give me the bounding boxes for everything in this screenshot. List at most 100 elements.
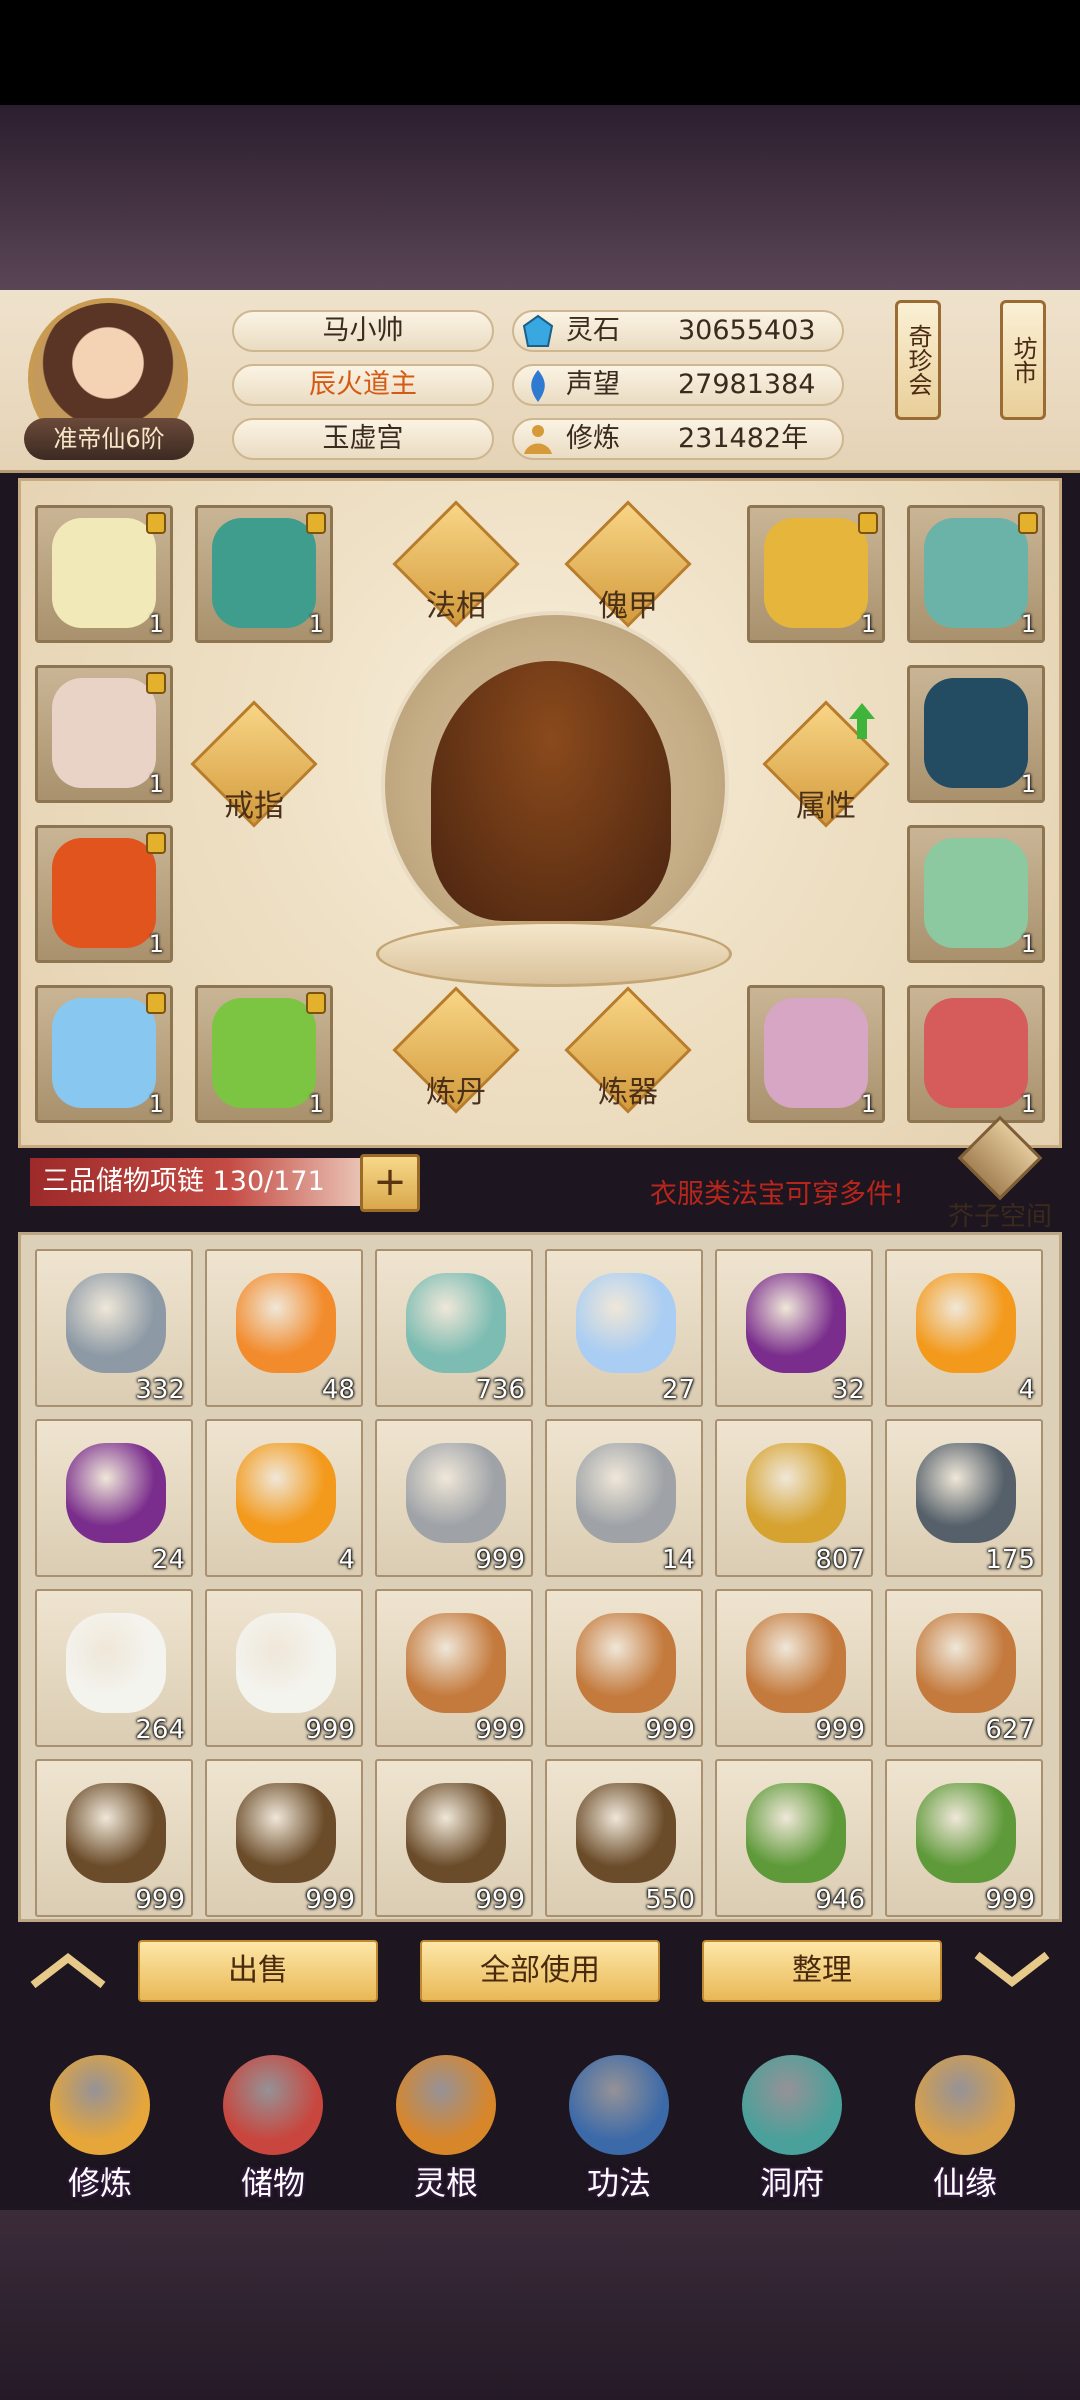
item-count: 999 [985,1885,1035,1915]
inventory-item[interactable]: 736 [375,1249,533,1407]
liandan-label[interactable]: 炼丹 [396,1067,516,1111]
nav-label: 功法 [586,2164,651,2202]
slot-count: 1 [1020,1090,1036,1118]
orange-flame-icon [236,1443,336,1543]
inventory-item[interactable]: 807 [715,1419,873,1577]
equip-slot[interactable]: 1 [195,985,333,1123]
faxiang-label[interactable]: 法相 [396,581,516,625]
purple-flame-icon [746,1273,846,1373]
orange-flame-icon [916,1273,1016,1373]
item-count: 999 [815,1715,865,1745]
ice-armor-icon [52,998,156,1108]
treasure-fair-button[interactable]: 奇珍会 [895,300,941,420]
white-lily-icon [66,1613,166,1713]
nav-label: 仙缘 [932,2164,997,2202]
equip-slot[interactable]: 1 [907,665,1045,803]
item-count: 4 [1018,1375,1035,1405]
item-count: 27 [661,1375,695,1405]
inventory-item[interactable]: 175 [885,1419,1043,1577]
inventory-grid: 332 48 736 27 32 4 24 4 999 14 807 175 264 999 999 999 9… [18,1232,1062,1922]
sort-button[interactable]: 整理 [702,1940,942,2002]
player-title[interactable]: 辰火道主 [232,364,494,406]
inventory-item[interactable]: 264 [35,1589,193,1747]
nav-item-meditate[interactable]: 修炼 [20,2040,180,2210]
equip-slot[interactable]: 1 [907,505,1045,643]
root-herb-icon [66,1783,166,1883]
inventory-item[interactable]: 332 [35,1249,193,1407]
inventory-item[interactable]: 4 [885,1249,1043,1407]
inventory-item[interactable]: 999 [205,1759,363,1917]
jiezhi-label[interactable]: 戒指 [194,781,314,825]
inventory-item[interactable]: 999 [205,1589,363,1747]
scroll-up-arrow-icon[interactable] [28,1950,108,1990]
equip-slot[interactable]: 1 [907,825,1045,963]
pocket-space-button[interactable]: 芥子空间 [948,1115,1052,1232]
slot-count: 1 [148,610,164,638]
meditating-silhouette [431,661,671,921]
inventory-item[interactable]: 999 [375,1419,533,1577]
equip-slot[interactable]: 1 [747,505,885,643]
kuijia-label[interactable]: 傀甲 [568,581,688,625]
ginseng-icon [746,1613,846,1713]
nav-item-technique-book[interactable]: 功法 [539,2040,699,2210]
blue-orb-icon [576,1273,676,1373]
scroll-down-arrow-icon[interactable] [972,1950,1052,1990]
equip-slot[interactable]: 1 [35,505,173,643]
equip-slot[interactable]: 1 [35,825,173,963]
player-name: 马小帅 [232,310,494,352]
inventory-item[interactable]: 999 [545,1589,703,1747]
lianqi-label[interactable]: 炼器 [568,1067,688,1111]
sell-button[interactable]: 出售 [138,1940,378,2002]
amber-ore-icon [236,1273,336,1373]
slot-count: 1 [148,770,164,798]
nav-item-cave-dwelling[interactable]: 洞府 [712,2040,872,2210]
item-count: 999 [475,1715,525,1745]
inventory-item[interactable]: 27 [545,1249,703,1407]
slot-count: 1 [308,1090,324,1118]
slot-count: 1 [308,610,324,638]
inventory-item[interactable]: 24 [35,1419,193,1577]
expand-storage-button[interactable]: + [360,1154,420,1212]
pocket-space-label: 芥子空间 [947,1202,1052,1232]
reputation-icon [531,370,545,402]
technique-book-icon [569,2055,669,2155]
inventory-item[interactable]: 999 [715,1589,873,1747]
equip-slot[interactable]: 1 [35,665,173,803]
equip-slot[interactable]: 1 [195,505,333,643]
use-all-button[interactable]: 全部使用 [420,1940,660,2002]
ginseng-icon [576,1613,676,1713]
inventory-item[interactable]: 48 [205,1249,363,1407]
pink-wings-icon [764,998,868,1108]
inventory-item[interactable]: 999 [375,1759,533,1917]
inventory-item[interactable]: 999 [35,1759,193,1917]
nav-item-storage-bag[interactable]: 储物 [193,2040,353,2210]
white-robe-icon [52,518,156,628]
shuxing-label[interactable]: 属性 [766,781,886,825]
item-count: 175 [985,1545,1035,1575]
equip-slot[interactable]: 1 [907,985,1045,1123]
equip-slot[interactable]: 1 [747,985,885,1123]
inventory-item[interactable]: 550 [545,1759,703,1917]
storage-capacity: 三品储物项链 130/171 [30,1158,360,1206]
inventory-item[interactable]: 14 [545,1419,703,1577]
lock-icon [146,512,166,534]
inventory-item[interactable]: 999 [375,1589,533,1747]
flame-armor-icon [52,838,156,948]
player-sect: 玉虚宫 [232,418,494,460]
nav-item-spirit-root[interactable]: 灵根 [366,2040,526,2210]
equip-slot[interactable]: 1 [35,985,173,1123]
item-count: 999 [135,1885,185,1915]
inventory-item[interactable]: 4 [205,1419,363,1577]
market-button[interactable]: 坊市 [1000,300,1046,420]
lock-icon [146,672,166,694]
inventory-item[interactable]: 946 [715,1759,873,1917]
inventory-item[interactable]: 999 [885,1759,1043,1917]
inventory-item[interactable]: 627 [885,1589,1043,1747]
lock-icon [306,992,326,1014]
spirit-root-icon [396,2055,496,2155]
item-count: 14 [661,1545,695,1575]
item-count: 999 [475,1885,525,1915]
inventory-item[interactable]: 32 [715,1249,873,1407]
red-wings-icon [924,998,1028,1108]
nav-item-fortune-gourd[interactable]: 仙缘 [885,2040,1045,2210]
